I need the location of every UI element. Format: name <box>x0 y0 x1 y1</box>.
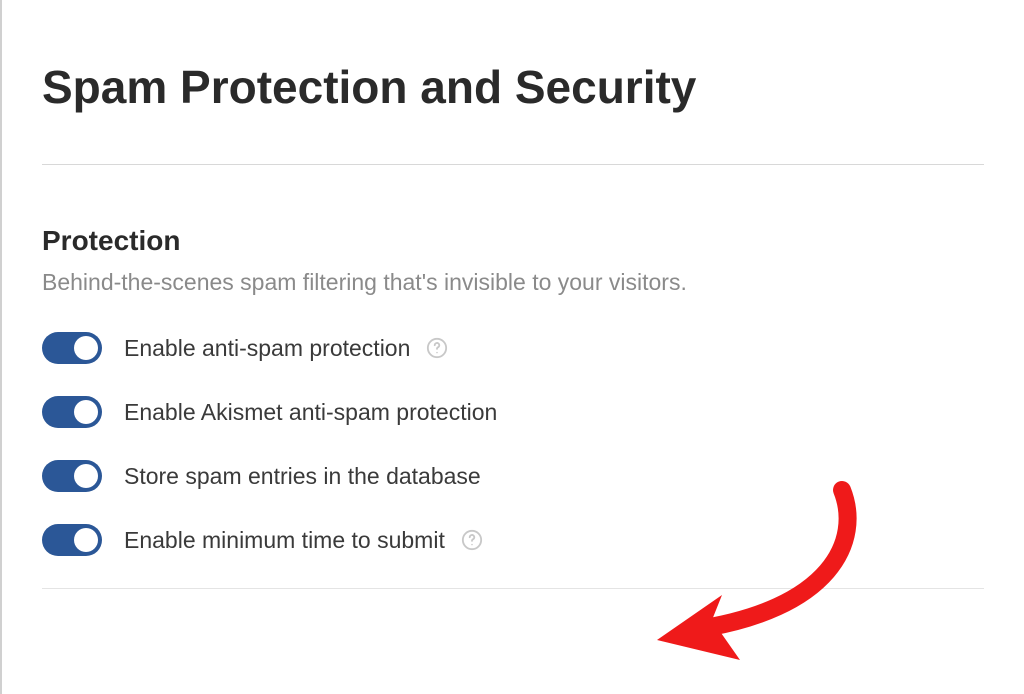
help-icon[interactable] <box>461 529 483 551</box>
toggle-anti-spam[interactable] <box>42 332 102 364</box>
toggle-label-store-spam: Store spam entries in the database <box>124 463 481 490</box>
toggle-label-akismet: Enable Akismet anti-spam protection <box>124 399 497 426</box>
help-icon[interactable] <box>426 337 448 359</box>
toggle-store-spam[interactable] <box>42 460 102 492</box>
toggle-knob <box>74 336 98 360</box>
toggle-min-time[interactable] <box>42 524 102 556</box>
toggle-row-anti-spam: Enable anti-spam protection <box>42 332 984 364</box>
section-title-protection: Protection <box>42 225 984 257</box>
toggle-knob <box>74 464 98 488</box>
toggle-row-akismet: Enable Akismet anti-spam protection <box>42 396 984 428</box>
toggle-row-store-spam: Store spam entries in the database <box>42 460 984 492</box>
toggle-akismet[interactable] <box>42 396 102 428</box>
toggle-knob <box>74 528 98 552</box>
toggle-label-anti-spam: Enable anti-spam protection <box>124 335 410 362</box>
page-title: Spam Protection and Security <box>42 60 984 114</box>
toggle-row-min-time: Enable minimum time to submit <box>42 524 984 556</box>
section-subtitle-protection: Behind-the-scenes spam filtering that's … <box>42 269 984 296</box>
divider <box>42 164 984 165</box>
bottom-divider <box>42 588 984 589</box>
toggle-label-min-time: Enable minimum time to submit <box>124 527 445 554</box>
toggle-knob <box>74 400 98 424</box>
